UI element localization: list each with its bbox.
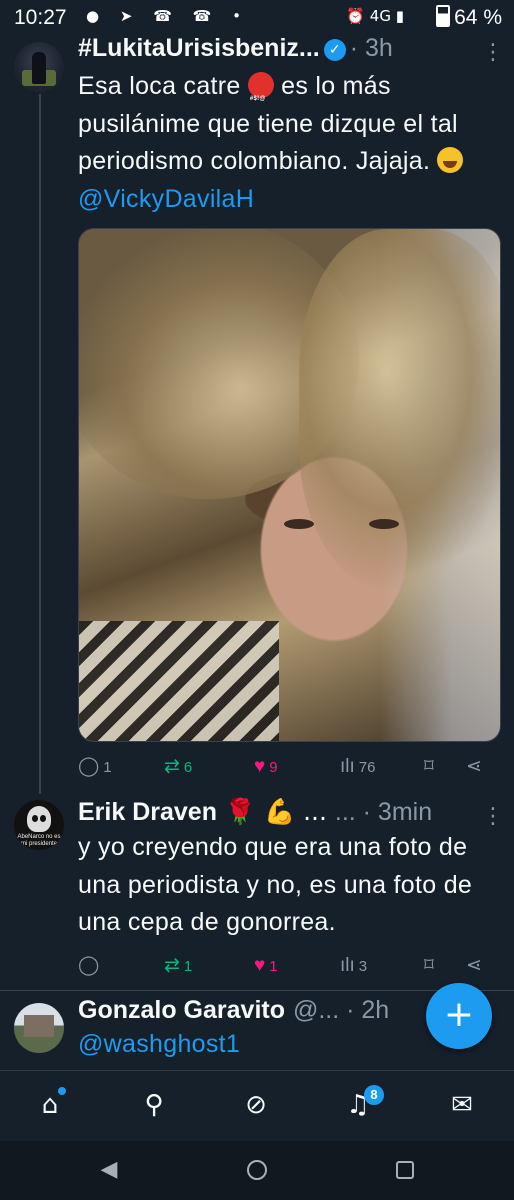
heart-icon: ♥ — [254, 955, 266, 976]
android-navigation-bar: ◀ — [0, 1141, 514, 1200]
tweet-header: Gonzalo Garavito @... · 2h — [78, 992, 389, 1028]
avatar[interactable] — [14, 42, 64, 92]
clock: 10:27 — [14, 6, 67, 29]
repost-button[interactable]: ⇄ 1 — [164, 951, 192, 981]
like-button[interactable]: ♥ 1 — [254, 951, 278, 981]
tweet-time: · 3h — [349, 34, 393, 62]
bookmark-icon: ⌑ — [424, 756, 434, 777]
system-icons: ⏰ 4G ▮ — [346, 7, 404, 25]
bookmark-button[interactable]: ⌑ — [424, 951, 434, 981]
like-button[interactable]: ♥ 9 — [254, 752, 278, 782]
share-icon: ⋖ — [466, 955, 482, 976]
grok-icon[interactable]: ⊘ — [236, 1085, 276, 1125]
search-icon[interactable]: ⚲ — [134, 1085, 174, 1125]
share-button[interactable]: ⋖ — [466, 752, 482, 782]
views-button[interactable]: ılı 3 — [340, 951, 367, 981]
tweet-header: Erik Draven 🌹 💪 ... ... · 3min — [78, 794, 432, 830]
more-options-icon[interactable]: ⋮ — [482, 804, 504, 829]
recents-icon[interactable] — [390, 1155, 420, 1185]
views-button[interactable]: ılı 76 — [340, 752, 375, 782]
author-name[interactable]: Gonzalo Garavito — [78, 996, 285, 1024]
bar-chart-icon: ılı — [340, 955, 355, 976]
tweet-text: y yo creyendo que era una foto de una pe… — [78, 833, 473, 936]
tweet-header: #LukitaUrisisbeniz... ✓ · 3h — [78, 30, 393, 66]
share-button[interactable]: ⋖ — [466, 951, 482, 981]
repost-button[interactable]: ⇄ 6 — [164, 752, 192, 782]
rofl-face-icon — [437, 147, 464, 173]
author-emojis: 🌹 💪 ... — [224, 797, 327, 826]
battery-indicator: 64 % — [436, 5, 502, 30]
bottom-tab-bar: ⌂ ⚲ ⊘ ♫ ✉ — [0, 1070, 514, 1141]
avatar[interactable]: AbeNarco no es mi presidente — [14, 800, 64, 850]
bar-chart-icon: ılı — [340, 756, 355, 777]
avatar[interactable] — [14, 1003, 64, 1053]
notifications-badge: 8 — [364, 1085, 384, 1105]
messages-mail-icon[interactable]: ✉ — [442, 1085, 482, 1125]
heart-icon: ♥ — [254, 756, 266, 777]
thread-line — [39, 94, 41, 794]
more-options-icon[interactable]: ⋮ — [482, 40, 504, 65]
tweet-time: ... · 3min — [334, 798, 433, 826]
repost-icon: ⇄ — [164, 756, 180, 777]
reply-button[interactable]: ◯ 1 — [78, 752, 112, 782]
author-handle: @... · 2h — [292, 996, 390, 1024]
back-icon[interactable]: ◀ — [94, 1155, 124, 1185]
author-name[interactable]: Erik Draven — [78, 798, 217, 826]
reply-button[interactable]: ◯ — [78, 951, 103, 981]
bookmark-icon: ⌑ — [424, 955, 434, 976]
cursing-face-icon — [247, 72, 274, 119]
battery-percent: 64 % — [454, 6, 502, 29]
notification-icons: ● ➤ ☎ ☎ • — [86, 7, 249, 25]
repost-icon: ⇄ — [164, 955, 180, 976]
reply-icon: ◯ — [78, 955, 100, 976]
home-unread-dot — [58, 1087, 66, 1095]
tweet-photo[interactable] — [78, 228, 501, 742]
share-icon: ⋖ — [466, 756, 482, 777]
verified-badge-icon: ✓ — [323, 39, 346, 61]
compose-post-button[interactable]: + — [426, 983, 492, 1049]
tweet-actions: ◯ ⇄ 1 ♥ 1 ılı 3 ⌑ ⋖ — [78, 951, 498, 981]
tweet-actions: ◯ 1 ⇄ 6 ♥ 9 ılı 76 ⌑ ⋖ — [78, 752, 498, 782]
author-name[interactable]: #LukitaUrisisbeniz... — [78, 34, 320, 62]
tweet-text: Esa loca catre es lo más pusilánime que … — [78, 68, 503, 218]
battery-icon — [436, 5, 451, 27]
reply-icon: ◯ — [78, 756, 100, 777]
home-button-icon[interactable] — [242, 1155, 272, 1185]
bookmark-button[interactable]: ⌑ — [424, 752, 434, 782]
mention-link[interactable]: @washghost1 — [78, 1030, 240, 1058]
mention-link[interactable]: @VickyDavilaH — [78, 185, 254, 213]
